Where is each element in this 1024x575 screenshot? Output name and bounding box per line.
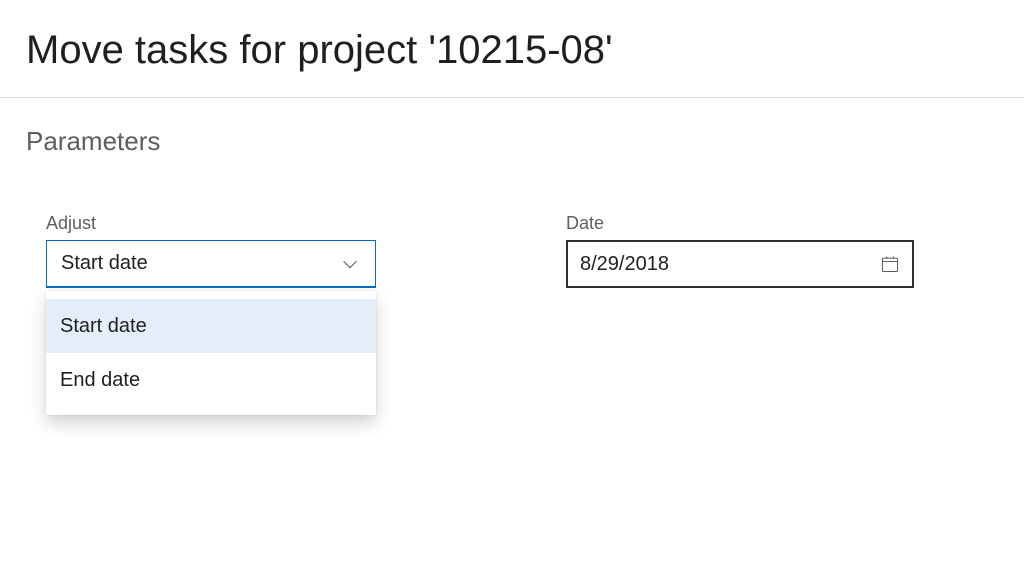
page-title: Move tasks for project '10215-08' <box>0 0 1024 97</box>
adjust-option-start-date[interactable]: Start date <box>46 299 376 353</box>
adjust-dropdown: Start date End date <box>46 291 376 415</box>
parameters-heading: Parameters <box>0 98 1024 165</box>
date-input[interactable]: 8/29/2018 <box>566 240 914 288</box>
date-field: Date 8/29/2018 <box>566 213 914 288</box>
adjust-option-end-date[interactable]: End date <box>46 353 376 407</box>
date-label: Date <box>566 213 914 234</box>
adjust-field: Adjust Start date Start date End date <box>46 213 376 288</box>
parameters-row: Adjust Start date Start date End date Da… <box>0 165 1024 288</box>
adjust-select[interactable]: Start date <box>46 240 376 288</box>
chevron-down-icon <box>339 253 361 275</box>
adjust-select-value: Start date <box>61 252 148 275</box>
adjust-label: Adjust <box>46 213 376 234</box>
calendar-icon <box>880 254 900 274</box>
adjust-option-label: Start date <box>60 315 147 338</box>
date-value: 8/29/2018 <box>580 253 669 276</box>
adjust-option-label: End date <box>60 369 140 392</box>
